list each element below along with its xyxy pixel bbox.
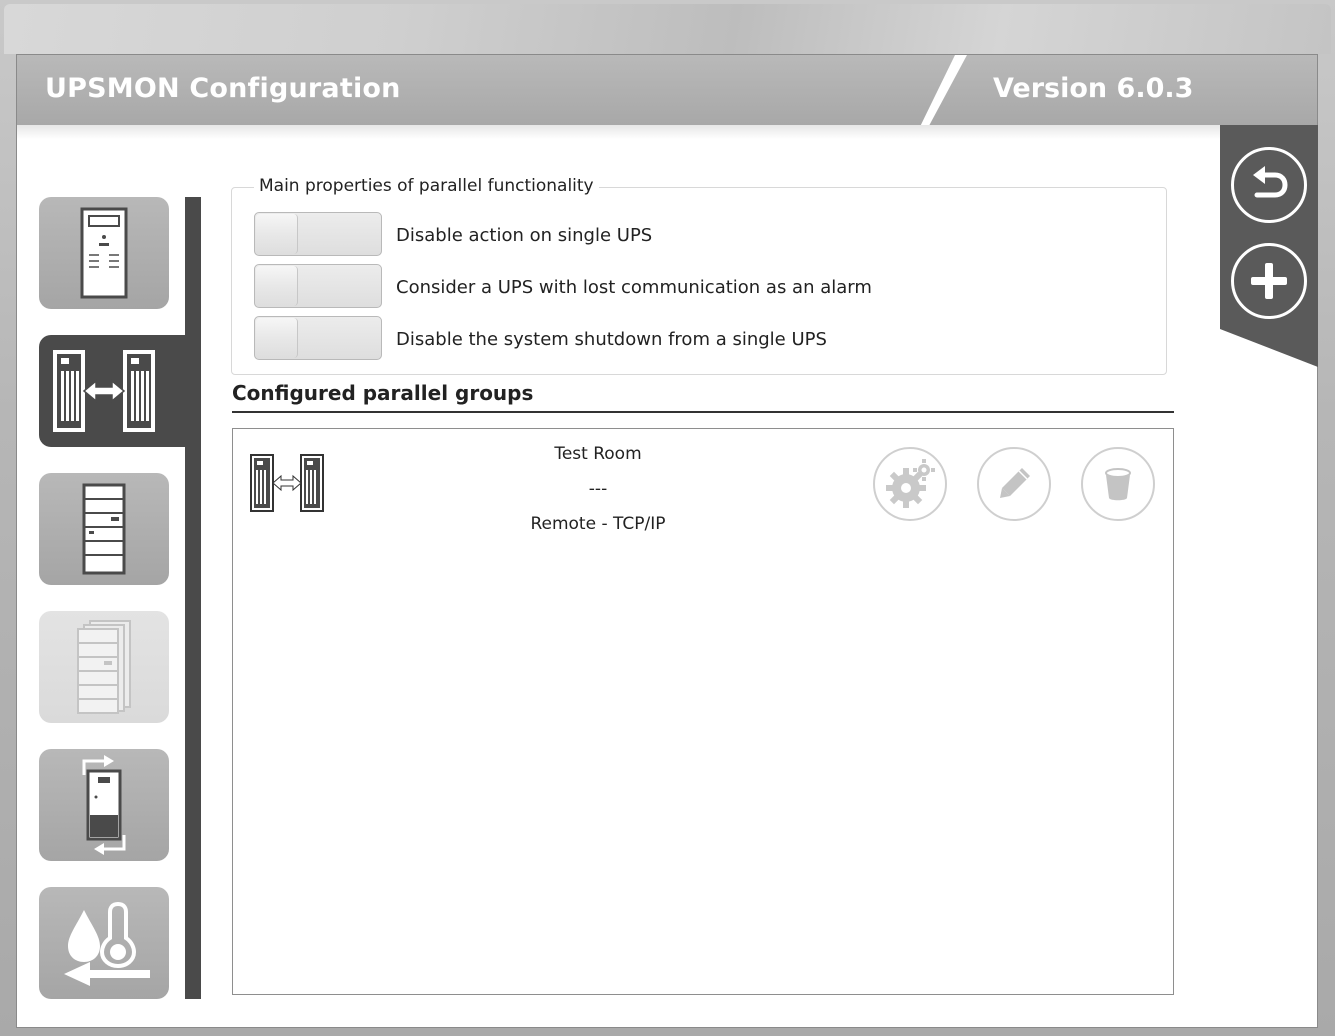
window-glass-titlebar <box>4 4 1331 54</box>
ups-transfer-icon <box>82 755 126 855</box>
option-label-lost-communication: Consider a UPS with lost communication a… <box>396 277 872 298</box>
section-divider <box>232 411 1174 413</box>
group-details: Test Room --- Remote - TCP/IP <box>493 437 703 542</box>
action-panel <box>1220 125 1318 367</box>
option-label-disable-shutdown: Disable the system shutdown from a singl… <box>396 329 827 350</box>
nav-environment-sensor[interactable] <box>39 887 169 999</box>
group-connection: Remote - TCP/IP <box>530 514 666 534</box>
groupbox-title: Main properties of parallel functionalit… <box>254 176 599 196</box>
parallel-properties-groupbox: Main properties of parallel functionalit… <box>231 176 1167 375</box>
app-header: UPSMON Configuration Version 6.0.3 <box>17 55 1317 137</box>
multi-rack-icon <box>77 620 131 714</box>
environment-sensor-icon <box>64 901 150 986</box>
toggle-knob <box>256 214 298 254</box>
toggle-lost-communication-alarm[interactable] <box>254 264 382 308</box>
parallel-groups-list: Test Room --- Remote - TCP/IP <box>232 428 1174 995</box>
group-detail: --- <box>588 479 608 499</box>
section-title-parallel-groups: Configured parallel groups <box>232 381 534 405</box>
nav-parallel-ups[interactable] <box>39 335 201 447</box>
add-button[interactable] <box>1231 243 1307 319</box>
delete-icon <box>1105 468 1131 501</box>
group-settings-button[interactable] <box>873 447 947 521</box>
group-name: Test Room <box>554 444 642 464</box>
header-shadow <box>17 125 1317 139</box>
nav-single-ups[interactable] <box>39 197 169 309</box>
settings-icon <box>886 459 935 508</box>
toggle-disable-action-single-ups[interactable] <box>254 212 382 256</box>
back-button[interactable] <box>1231 147 1307 223</box>
nav-rail <box>185 197 201 999</box>
nav-multi-rack-ups[interactable] <box>39 611 169 723</box>
app-client-area: UPSMON Configuration Version 6.0.3 Main … <box>16 54 1318 1028</box>
rack-ups-icon <box>82 483 126 575</box>
toggle-knob <box>256 266 298 306</box>
toggle-knob <box>256 318 298 358</box>
list-item[interactable]: Test Room --- Remote - TCP/IP <box>233 429 1173 539</box>
edit-icon <box>1000 468 1030 498</box>
ups-tower-icon <box>80 207 128 299</box>
nav-rack-ups[interactable] <box>39 473 169 585</box>
parallel-ups-icon <box>250 454 324 512</box>
window-frame: UPSMON Configuration Version 6.0.3 Main … <box>0 0 1335 1036</box>
add-icon <box>1251 263 1287 299</box>
nav-ups-transfer[interactable] <box>39 749 169 861</box>
parallel-ups-icon <box>53 350 155 432</box>
group-delete-button[interactable] <box>1081 447 1155 521</box>
option-label-disable-action: Disable action on single UPS <box>396 225 653 246</box>
app-title: UPSMON Configuration <box>45 73 401 104</box>
group-edit-button[interactable] <box>977 447 1051 521</box>
toggle-disable-system-shutdown[interactable] <box>254 316 382 360</box>
back-icon <box>1253 166 1288 198</box>
version-label: Version 6.0.3 <box>993 73 1194 104</box>
